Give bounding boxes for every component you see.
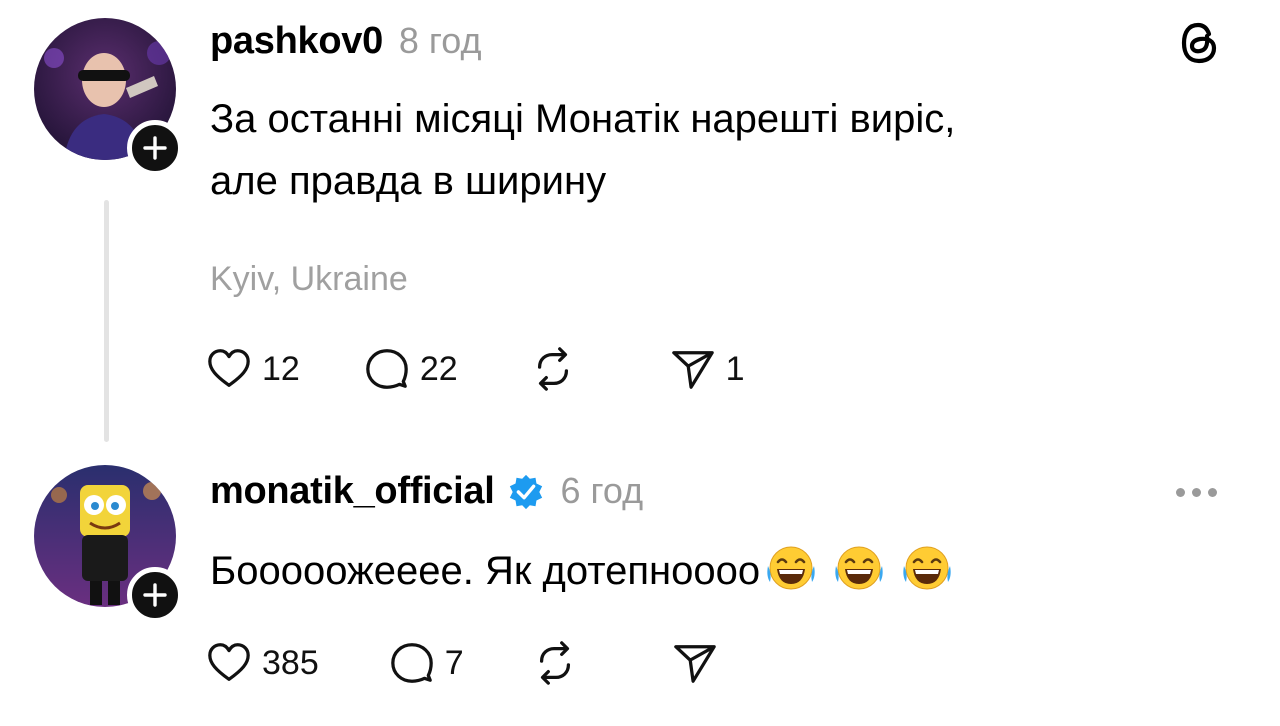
reply-count: 22 (419, 349, 458, 388)
face-with-tears-of-joy-icon (902, 544, 952, 592)
verified-badge-icon (509, 474, 542, 509)
send-icon (670, 346, 716, 392)
follow-button[interactable] (127, 120, 183, 176)
repost-button[interactable] (530, 346, 576, 392)
like-count: 385 (262, 643, 319, 682)
post-text: Бооооожееее. Як дотепнoooo (210, 540, 952, 602)
post-header: monatik_official 6 год (210, 470, 643, 513)
follow-button[interactable] (127, 567, 183, 623)
face-with-tears-of-joy-icon (834, 544, 884, 592)
like-button[interactable]: 12 (206, 346, 300, 392)
action-bar: 385 7 (206, 640, 718, 686)
heart-icon (206, 346, 252, 392)
threads-logo-icon[interactable] (1178, 20, 1220, 66)
plus-icon (143, 136, 167, 160)
post-text: За останні місяці Монатік нарешті виріс,… (210, 88, 955, 212)
thread-line (104, 200, 109, 442)
plus-icon (143, 583, 167, 607)
post-text-line: але правда в ширину (210, 159, 607, 203)
repost-button[interactable] (532, 640, 578, 686)
timestamp: 6 год (560, 470, 644, 511)
heart-icon (206, 640, 252, 686)
reply-button[interactable]: 7 (389, 640, 464, 686)
post-text-line: Бооооожееее. Як дотепнoooo (210, 549, 761, 593)
post-header: pashkov0 8 год (210, 20, 482, 63)
post-text-line: За останні місяці Монатік нарешті виріс, (210, 97, 956, 141)
like-button[interactable]: 385 (206, 640, 319, 686)
more-options-button[interactable] (1176, 488, 1217, 497)
username[interactable]: pashkov0 (210, 20, 383, 63)
like-count: 12 (262, 349, 300, 388)
comment-icon (389, 640, 435, 686)
location[interactable]: Kyiv, Ukraine (210, 260, 408, 299)
more-icon-dot (1176, 488, 1185, 497)
repost-icon (530, 346, 576, 392)
share-button[interactable] (672, 640, 718, 686)
send-icon (672, 640, 718, 686)
username[interactable]: monatik_official (210, 470, 495, 513)
reply-button[interactable]: 22 (364, 346, 458, 392)
face-with-tears-of-joy-icon (766, 544, 816, 592)
share-button[interactable]: 1 (670, 346, 745, 392)
timestamp: 8 год (398, 20, 482, 61)
share-count: 1 (725, 349, 745, 388)
more-icon-dot (1192, 488, 1201, 497)
comment-icon (364, 346, 410, 392)
action-bar: 12 22 1 (206, 346, 745, 392)
more-icon-dot (1208, 488, 1217, 497)
reply-count: 7 (444, 643, 464, 682)
repost-icon (532, 640, 578, 686)
